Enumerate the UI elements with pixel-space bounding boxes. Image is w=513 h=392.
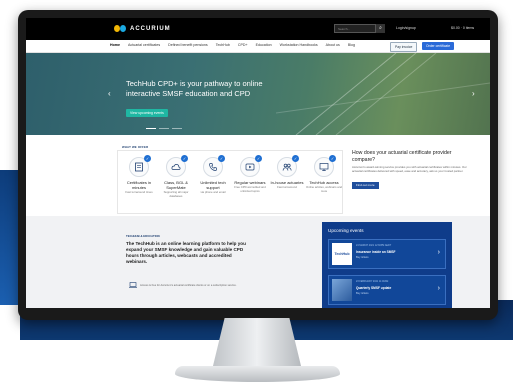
search-input[interactable]: Search... [334,24,376,33]
feature-item: ✓ In-house actuaries Fast turnaround [269,155,305,190]
feature-subtitle: Online articles, webinars and more [306,185,342,193]
nav-handbooks[interactable]: Workstation Handbooks [280,43,318,47]
certificate-icon: ✓ [129,155,151,177]
hero-next-arrow-icon[interactable]: › [472,90,475,98]
hero-background-lines [276,53,490,135]
pay-invoice-button[interactable]: Pay invoice [390,42,418,52]
feature-item: ✓ Unlimited tech support via phone and e… [195,155,231,195]
hero-carousel-dots[interactable] [146,128,182,129]
event-thumbnail: TechHub [332,243,352,265]
nav-about[interactable]: About us [326,43,340,47]
feature-item: ✓ Regular webinars Free CPD accredited a… [232,155,268,193]
top-bar: ACCURIUM Search... ⌕ Login/signup $0.00 … [26,18,490,40]
feature-subtitle: via phone and email [200,190,226,194]
features-section: WHAT WE OFFER ✓ Certificates in minutes … [26,135,490,216]
techhub-section: TECHHUB & EDUCATION The TechHub is an on… [26,216,490,308]
features-box: ✓ Certificates in minutes Fast turnaroun… [117,150,343,214]
cloud-icon: ✓ [166,155,188,177]
nav-techhub[interactable]: TechHub [216,43,230,47]
nav-home[interactable]: Home [110,43,120,47]
carousel-dot[interactable] [146,128,156,129]
search-icon[interactable]: ⌕ [376,24,385,33]
feature-subtitle: Fast turnaround times [125,190,153,194]
hero-prev-arrow-icon[interactable]: ‹ [108,90,111,98]
feature-title: Unlimited tech support [200,180,226,190]
nav-education[interactable]: Education [256,43,272,47]
buy-tickets-link[interactable]: Buy tickets [356,292,369,295]
feature-item: ✓ Class, BGL & SuperMate Supporting all … [158,155,194,198]
main-nav: Home Actuarial certificates Defined bene… [26,40,490,53]
play-icon: ✓ [240,155,262,177]
event-item[interactable]: TechHub 24 MARCH 2021 12:30PM AEDT Insur… [328,239,446,269]
feature-item: ✓ TechHub access Online articles, webina… [306,155,342,193]
promo-title: How does your actuarial certificate prov… [352,150,452,163]
login-link[interactable]: Login/signup [396,26,416,30]
event-date: 23 FEBRUARY 2021 11:00AM [356,280,389,283]
hero-title: TechHub CPD+ is your pathway to online i… [126,79,263,98]
chevron-right-icon[interactable]: › [438,249,440,256]
check-icon: ✓ [181,155,188,162]
techhub-footnote: Access is free for Accurium's actuarial … [140,284,237,287]
logo-text: ACCURIUM [130,25,171,32]
techhub-description: The TechHub is an online learning platfo… [126,241,246,264]
monitor-stand [212,318,302,370]
laptop-icon [129,282,137,288]
phone-icon: ✓ [203,155,225,177]
feature-title: Certificates in minutes [126,180,152,190]
find-out-more-button[interactable]: Find out more [352,182,379,190]
chevron-right-icon[interactable]: › [438,285,440,292]
website-screen: ACCURIUM Search... ⌕ Login/signup $0.00 … [26,18,490,308]
check-icon: ✓ [255,155,262,162]
order-certificate-button[interactable]: Order certificate [422,42,455,50]
feature-subtitle: Fast turnaround [277,185,297,189]
cart-summary[interactable]: $0.00 · 0 items [451,26,474,30]
hero-banner: ‹ › TechHub CPD+ is your pathway to onli… [26,53,490,135]
event-name: Insurance inside an SMSF [356,250,396,254]
section-label: WHAT WE OFFER [122,145,149,149]
carousel-dot[interactable] [172,128,182,129]
event-thumbnail [332,279,352,301]
upcoming-events-panel: Upcoming events TechHub 24 MARCH 2021 12… [322,222,452,308]
event-date: 24 MARCH 2021 12:30PM AEDT [356,244,392,247]
event-item[interactable]: 23 FEBRUARY 2021 11:00AM Quarterly SMSF … [328,275,446,305]
promo-text: Accurium's award-winning service provide… [352,165,467,173]
feature-title: Class, BGL & SuperMate [164,180,188,190]
feature-item: ✓ Certificates in minutes Fast turnaroun… [121,155,157,195]
monitor-base [175,366,340,382]
nav-blog[interactable]: Blog [348,43,355,47]
event-name: Quarterly SMSF update [356,286,392,290]
check-icon: ✓ [329,155,336,162]
feature-subtitle: Supporting all major databases [163,190,189,198]
nav-actuarial-certificates[interactable]: Actuarial certificates [128,43,160,47]
nav-defined-benefit[interactable]: Defined benefit pensions [168,43,208,47]
check-icon: ✓ [292,155,299,162]
provider-compare-card: How does your actuarial certificate prov… [352,150,470,212]
techhub-label: TECHHUB & EDUCATION [126,234,160,238]
check-icon: ✓ [144,155,151,162]
view-upcoming-events-button[interactable]: View upcoming events [126,109,168,117]
buy-tickets-link[interactable]: Buy tickets [356,256,369,259]
logo-icon [114,24,127,33]
feature-subtitle: Free CPD accredited and unlimited topics [234,185,266,193]
upcoming-events-title: Upcoming events [328,228,364,233]
nav-cpd[interactable]: CPD+ [238,43,248,47]
accurium-logo[interactable]: ACCURIUM [114,24,171,33]
monitor-icon: ✓ [314,155,336,177]
check-icon: ✓ [218,155,225,162]
carousel-dot[interactable] [159,128,169,129]
people-icon: ✓ [277,155,299,177]
